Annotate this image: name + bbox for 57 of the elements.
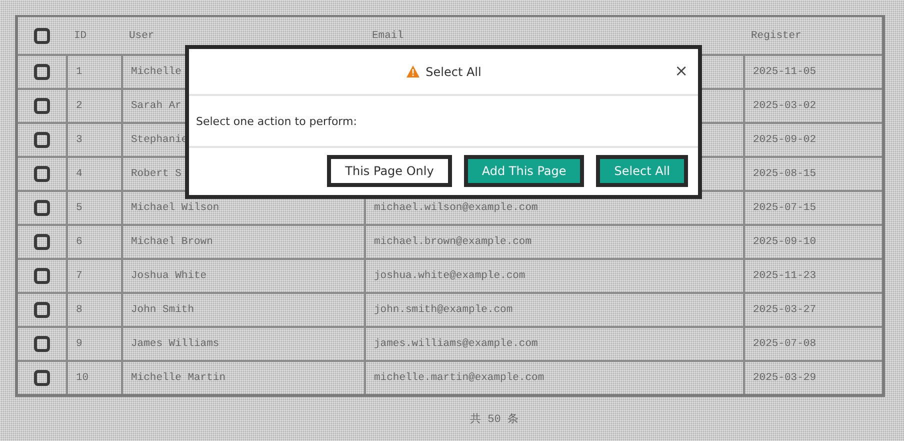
dialog-message: Select one action to perform: [196,114,357,128]
table-cell: 2025-11-05 [753,66,816,78]
table-cell: Michael Wilson [131,202,220,214]
table-cell: Michelle [131,66,182,78]
table-cell: Sarah Ar [131,100,182,112]
row-checkbox[interactable] [34,268,50,284]
table-cell: Robert S [131,168,182,180]
table-cell: 2 [76,100,82,112]
row-checkbox[interactable] [34,98,50,114]
table-cell: James Williams [131,338,220,350]
table-cell: Michelle Martin [131,372,226,384]
action-button[interactable]: This Page Only [327,155,452,187]
table-cell: 2025-07-08 [753,338,816,350]
row-checkbox[interactable] [34,234,50,250]
table-cell: 2025-03-02 [753,100,816,112]
row-checkbox[interactable] [34,132,50,148]
select-all-checkbox[interactable] [34,28,50,44]
table-cell: Joshua White [131,270,207,282]
table-cell: 2025-11-23 [753,270,816,282]
column-header: ID [74,30,87,42]
table-cell: 2025-09-10 [753,236,816,248]
table-cell: Michael Brown [131,236,213,248]
column-header: Email [372,30,404,42]
close-button[interactable]: × [672,61,690,80]
table-cell: michael.wilson@example.com [374,202,538,214]
table-cell: james.williams@example.com [374,338,538,350]
column-header: User [129,30,154,42]
table-cell: joshua.white@example.com [374,270,526,282]
row-checkbox[interactable] [34,370,50,386]
table-cell: 2025-09-02 [753,134,816,146]
warning-icon [406,65,420,78]
table-cell: 2025-03-27 [753,304,816,316]
row-checkbox[interactable] [34,302,50,318]
table-cell: 6 [76,236,82,248]
row-checkbox[interactable] [34,166,50,182]
table-cell: 2025-08-15 [753,168,816,180]
row-checkbox[interactable] [34,200,50,216]
table-cell: 2025-03-29 [753,372,816,384]
row-checkbox[interactable] [34,336,50,352]
total-count: 共 50 条 [470,412,518,426]
table-cell: 3 [76,134,82,146]
table-cell: 2025-07-15 [753,202,816,214]
table-cell: Stephanie [131,134,188,146]
table-cell: 9 [76,338,82,350]
table-cell: michael.brown@example.com [374,236,532,248]
table-cell: 7 [76,270,82,282]
table-cell: 5 [76,202,82,214]
table-cell: john.smith@example.com [374,304,513,316]
table-cell: 4 [76,168,82,180]
table-cell: John Smith [131,304,194,316]
table-cell: michelle.martin@example.com [374,372,544,384]
table-cell: 1 [76,66,82,78]
table-cell: 8 [76,304,82,316]
row-checkbox[interactable] [34,64,50,80]
column-header: Register [751,30,802,42]
dialog-title: Select All [426,64,482,78]
table-cell: 10 [76,372,89,384]
